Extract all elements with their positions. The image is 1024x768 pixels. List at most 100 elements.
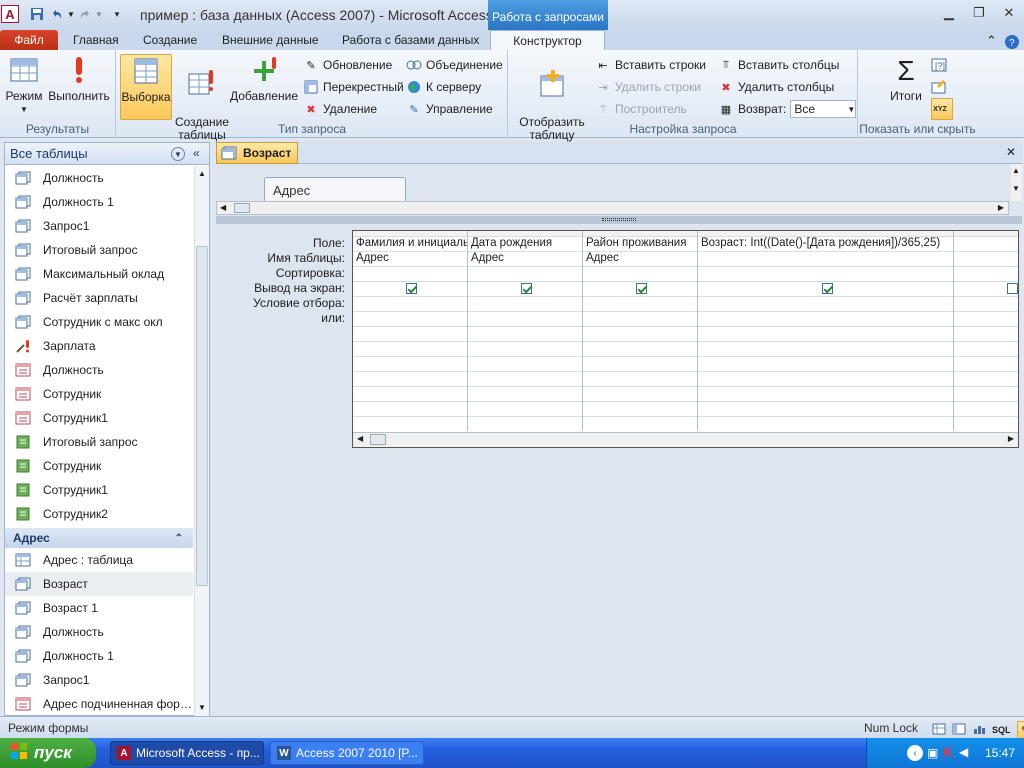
chevron-up-icon[interactable]: ⌃ (175, 533, 183, 544)
navigation-pane-header[interactable]: Все таблицы ▼ « (5, 143, 209, 165)
table-cell[interactable]: Адрес (468, 252, 582, 267)
property-sheet-button[interactable] (931, 77, 951, 97)
restore-icon[interactable]: ❐ (964, 0, 994, 26)
totals-button[interactable]: Σ Итоги (881, 54, 931, 103)
save-icon[interactable] (27, 4, 47, 24)
design-view-icon[interactable]: ✎ (1016, 721, 1024, 739)
or-cell[interactable] (954, 312, 1018, 327)
scroll-right-icon[interactable]: ▶ (998, 203, 1004, 212)
close-document-icon[interactable]: ✕ (1006, 145, 1016, 159)
or-cell[interactable] (468, 357, 582, 372)
nav-item[interactable]: Должность (5, 620, 193, 644)
undo-dropdown-icon[interactable]: ▼ (67, 4, 75, 24)
or-cell[interactable] (468, 372, 582, 387)
nav-item[interactable]: Максимальный оклад (5, 262, 193, 286)
or-cell[interactable] (583, 387, 697, 402)
or-cell[interactable] (698, 357, 953, 372)
field-cell[interactable]: Возраст: Int((Date()-[Дата рождения])/36… (698, 237, 953, 252)
field-cell[interactable] (954, 237, 1018, 252)
show-checkbox[interactable] (406, 283, 417, 294)
or-cell[interactable] (468, 387, 582, 402)
nav-item[interactable]: Должность 1 (5, 190, 193, 214)
tab-create[interactable]: Создание (143, 30, 197, 51)
table-cell[interactable] (698, 252, 953, 267)
ddl-button[interactable]: ✎ Управление (406, 99, 492, 119)
or-cell[interactable] (353, 357, 467, 372)
clock[interactable]: 15:47 (985, 746, 1015, 760)
redo-dropdown-icon[interactable]: ▼ (95, 4, 103, 24)
customize-qat-icon[interactable]: ▾ (107, 4, 127, 24)
nav-item[interactable]: Сотрудник2 (5, 502, 193, 526)
field-cell[interactable]: Район проживания (583, 237, 697, 252)
show-checkbox[interactable] (1007, 283, 1018, 294)
chevron-down-icon[interactable]: ▼ (171, 147, 185, 161)
show-checkbox[interactable] (636, 283, 647, 294)
start-button[interactable]: пуск (0, 738, 96, 768)
or-cell[interactable] (954, 342, 1018, 357)
criteria-cell[interactable] (583, 297, 697, 312)
nav-item[interactable]: Запрос1 (5, 668, 193, 692)
or-cell[interactable] (583, 357, 697, 372)
nav-item[interactable]: Должность (5, 166, 193, 190)
or-cell[interactable] (468, 342, 582, 357)
or-cell[interactable] (353, 387, 467, 402)
scroll-thumb[interactable] (370, 434, 386, 445)
tab-database-tools[interactable]: Работа с базами данных (342, 30, 479, 51)
run-button[interactable]: Выполнить (46, 54, 112, 103)
qbe-hscrollbar[interactable]: ◀ ▶ (353, 432, 1018, 447)
sort-cell[interactable] (698, 267, 953, 282)
criteria-cell[interactable] (954, 297, 1018, 312)
taskbar-access-button[interactable]: A Microsoft Access - пр... (110, 741, 264, 765)
table-pane-vscrollbar[interactable]: ▲ ▼ (1011, 164, 1022, 201)
or-cell[interactable] (468, 312, 582, 327)
nav-item[interactable]: Запрос1 (5, 214, 193, 238)
criteria-cell[interactable] (698, 297, 953, 312)
or-cell[interactable] (353, 327, 467, 342)
table-cell[interactable] (954, 252, 1018, 267)
scroll-thumb[interactable] (196, 246, 208, 586)
help-chevron-icon[interactable]: ⌃ (986, 30, 997, 51)
delete-query-button[interactable]: ✖ Удаление (303, 99, 377, 119)
nav-item[interactable]: Сотрудник1 (5, 406, 193, 430)
or-cell[interactable] (698, 402, 953, 417)
tray-expand-icon[interactable]: ‹ (907, 745, 923, 761)
scroll-down-icon[interactable]: ▼ (1012, 184, 1020, 193)
or-cell[interactable] (583, 312, 697, 327)
or-cell[interactable] (583, 342, 697, 357)
tab-external-data[interactable]: Внешние данные (222, 30, 319, 51)
scroll-down-icon[interactable]: ▼ (195, 700, 209, 716)
crosstab-button[interactable]: Перекрестный (303, 77, 404, 97)
sql-view-icon[interactable]: SQL (992, 725, 1011, 735)
select-query-button[interactable]: Выборка (120, 54, 172, 120)
append-button[interactable]: Добавление (230, 54, 298, 103)
minimize-icon[interactable]: ▁ (934, 0, 964, 26)
table-box-adres[interactable]: Адрес (264, 177, 406, 203)
or-cell[interactable] (954, 357, 1018, 372)
sort-cell[interactable] (353, 267, 467, 282)
collapse-pane-icon[interactable]: « (193, 146, 200, 160)
tray-speaker-icon[interactable]: ◀ (959, 745, 968, 759)
nav-item[interactable]: Расчёт зарплаты (5, 286, 193, 310)
table-names-button[interactable]: XYZ (931, 98, 953, 120)
insert-columns-button[interactable]: ⫪ Вставить столбцы (718, 55, 839, 75)
nav-item[interactable]: Должность 1 (5, 644, 193, 668)
mode-button[interactable]: Режим ▼ (4, 54, 44, 116)
sort-cell[interactable] (468, 267, 582, 282)
scroll-up-icon[interactable]: ▲ (195, 166, 209, 182)
nav-group-header-adres[interactable]: Адрес ⌃ (5, 528, 193, 548)
or-cell[interactable] (698, 327, 953, 342)
builder-button[interactable]: ⚚ Построитель (595, 99, 687, 119)
parameters-button[interactable]: [?] (931, 55, 951, 75)
or-cell[interactable] (954, 402, 1018, 417)
or-cell[interactable] (698, 342, 953, 357)
delete-columns-button[interactable]: ✖ Удалить столбцы (718, 77, 834, 97)
nav-item[interactable]: Сотрудник (5, 382, 193, 406)
table-cell[interactable]: Адрес (583, 252, 697, 267)
close-icon[interactable]: ✕ (994, 0, 1024, 26)
return-select[interactable]: Все ▼ (790, 100, 857, 118)
or-cell[interactable] (698, 312, 953, 327)
tab-file[interactable]: Файл (0, 30, 58, 51)
sort-cell[interactable] (583, 267, 697, 282)
nav-item[interactable]: Адрес : таблица (5, 548, 193, 572)
criteria-cell[interactable] (468, 297, 582, 312)
